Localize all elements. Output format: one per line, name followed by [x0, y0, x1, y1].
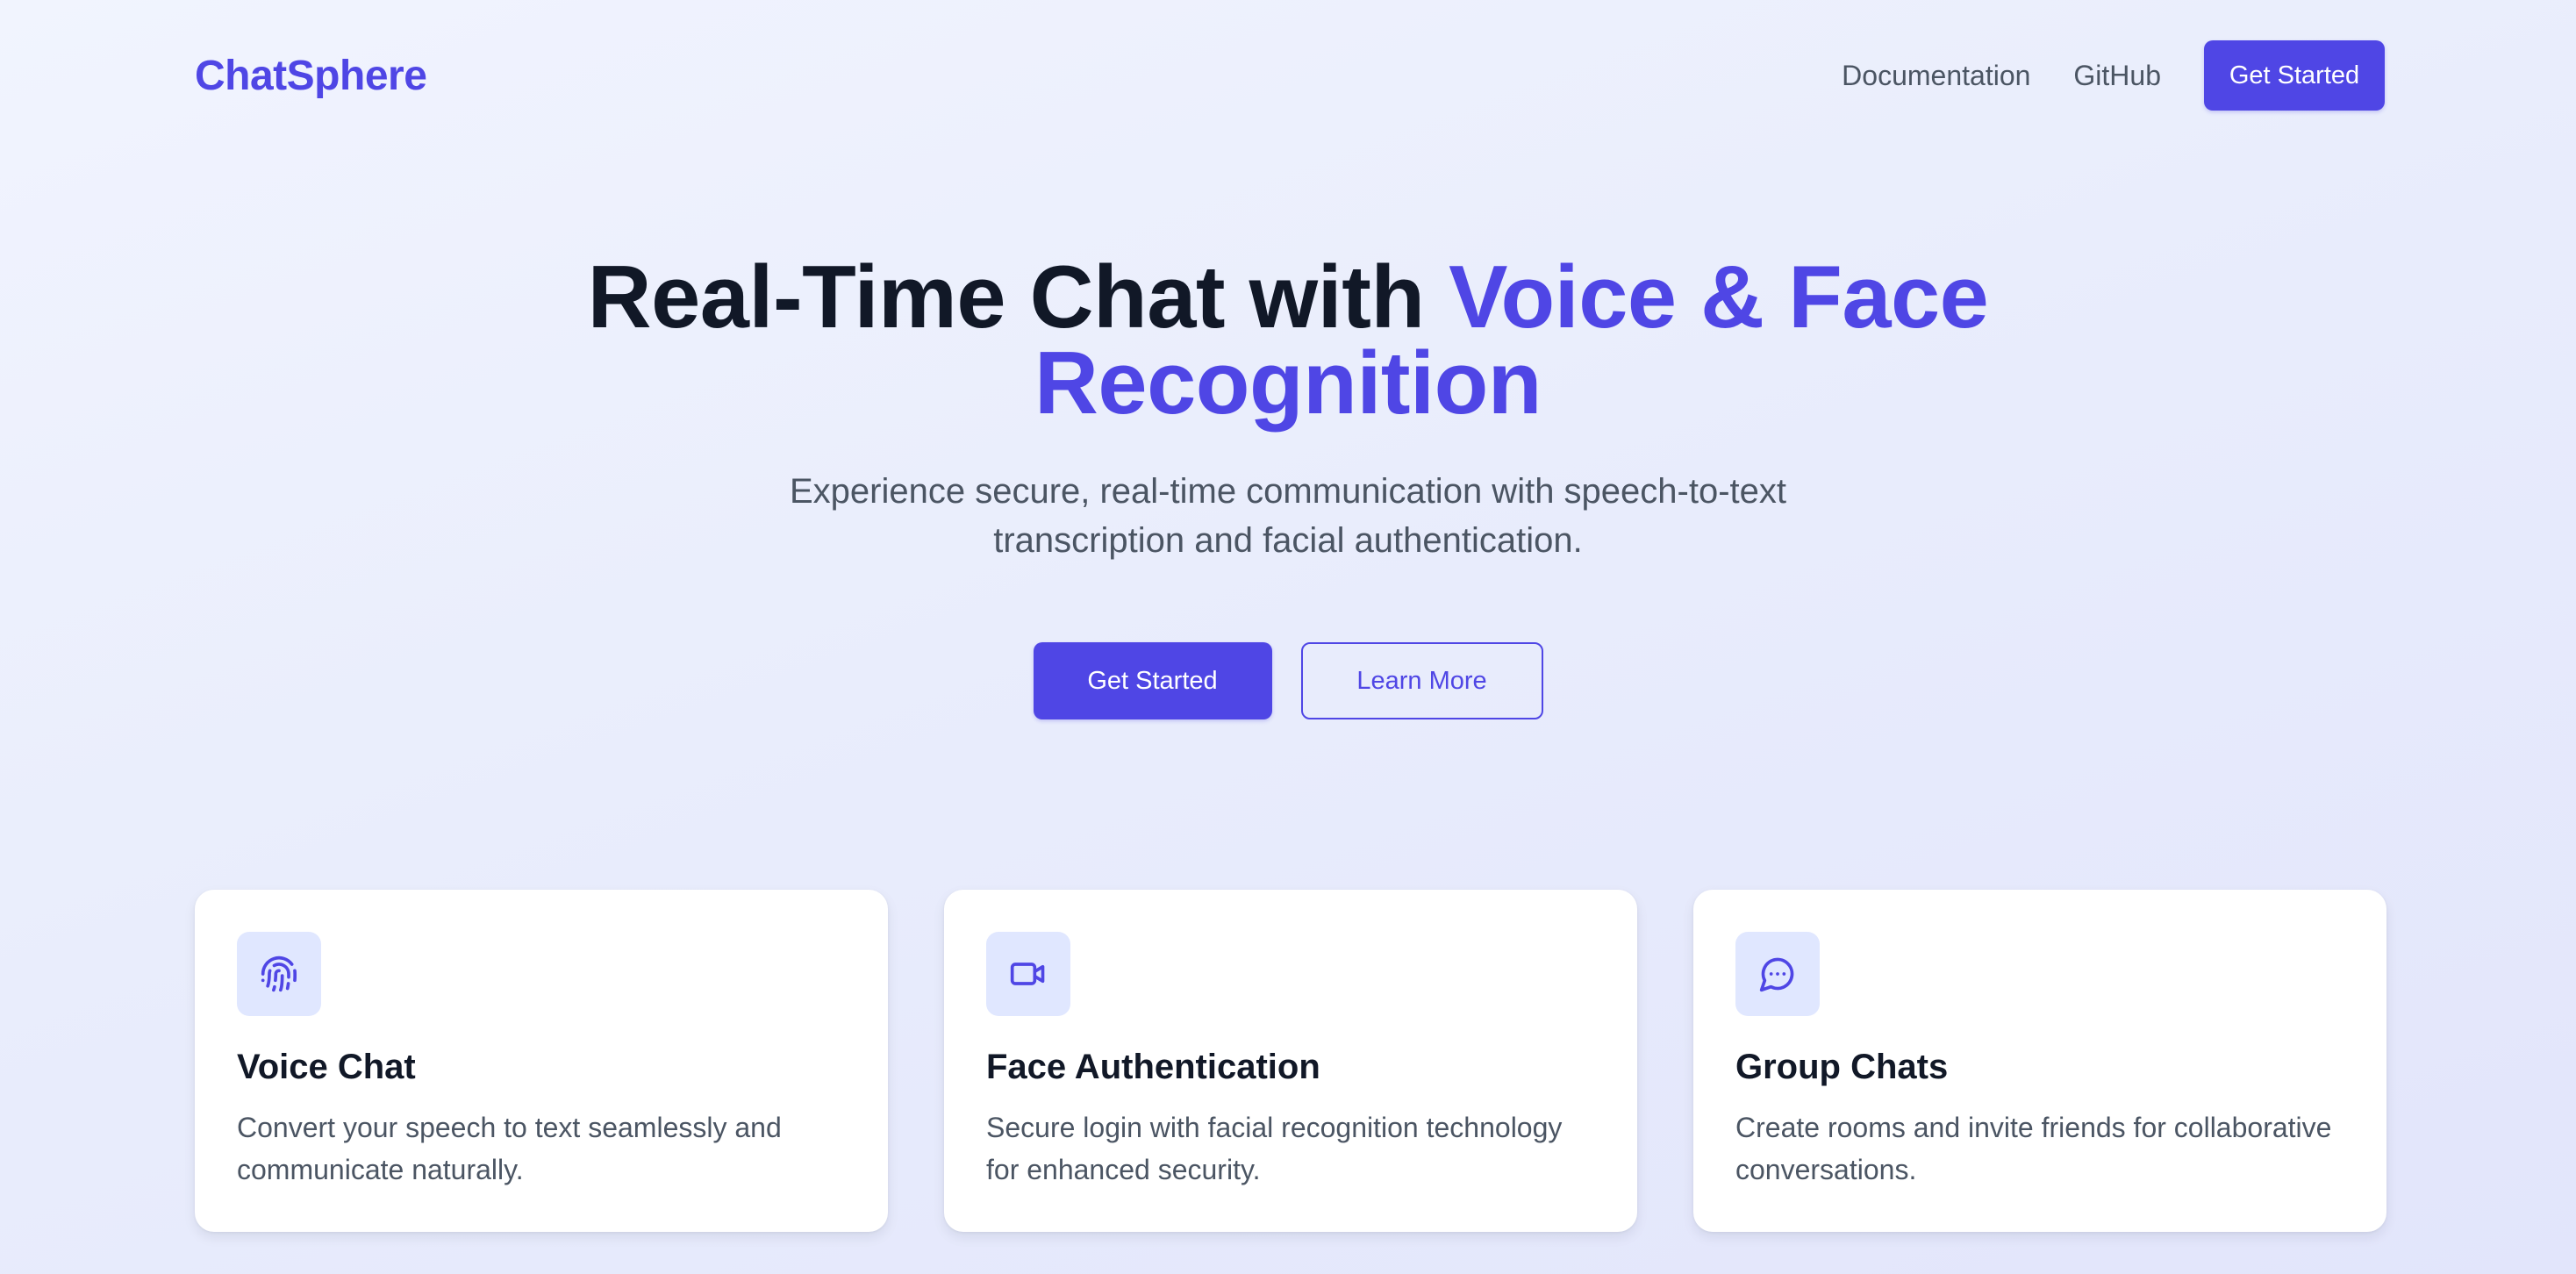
logo[interactable]: ChatSphere [195, 52, 427, 100]
fingerprint-icon [237, 932, 321, 1016]
feature-title: Group Chats [1735, 1048, 1949, 1086]
feature-description: Convert your speech to text seamlessly a… [237, 1112, 782, 1185]
feature-description: Create rooms and invite friends for coll… [1735, 1112, 2332, 1185]
header-get-started-button[interactable]: Get Started [2204, 40, 2385, 111]
video-camera-icon [986, 932, 1070, 1016]
nav-link-github[interactable]: GitHub [2073, 60, 2161, 92]
hero-actions: Get Started Learn More [0, 642, 2576, 719]
hero-subtitle: Experience secure, real-time communicati… [789, 472, 1787, 560]
feature-card-face-authentication: Face Authentication Secure login with fa… [944, 890, 1637, 1232]
chat-bubble-icon [1735, 932, 1820, 1016]
top-nav: Documentation GitHub Get Started [1842, 40, 2385, 111]
hero-title: Real-Time Chat with Voice & Face Recogni… [542, 254, 2034, 428]
feature-title: Face Authentication [986, 1048, 1320, 1086]
get-started-button[interactable]: Get Started [1033, 642, 1272, 719]
nav-link-documentation[interactable]: Documentation [1842, 60, 2030, 92]
feature-title: Voice Chat [237, 1048, 416, 1086]
hero-title-main: Real-Time Chat with [587, 248, 1449, 347]
feature-description: Secure login with facial recognition tec… [986, 1112, 1563, 1185]
feature-card-voice-chat: Voice Chat Convert your speech to text s… [195, 890, 888, 1232]
features-section: Voice Chat Convert your speech to text s… [195, 890, 2386, 1232]
learn-more-button[interactable]: Learn More [1300, 642, 1543, 719]
feature-card-group-chats: Group Chats Create rooms and invite frie… [1693, 890, 2386, 1232]
site-header: ChatSphere Documentation GitHub Get Star… [195, 39, 2385, 112]
hero-section: Real-Time Chat with Voice & Face Recogni… [0, 254, 2576, 719]
